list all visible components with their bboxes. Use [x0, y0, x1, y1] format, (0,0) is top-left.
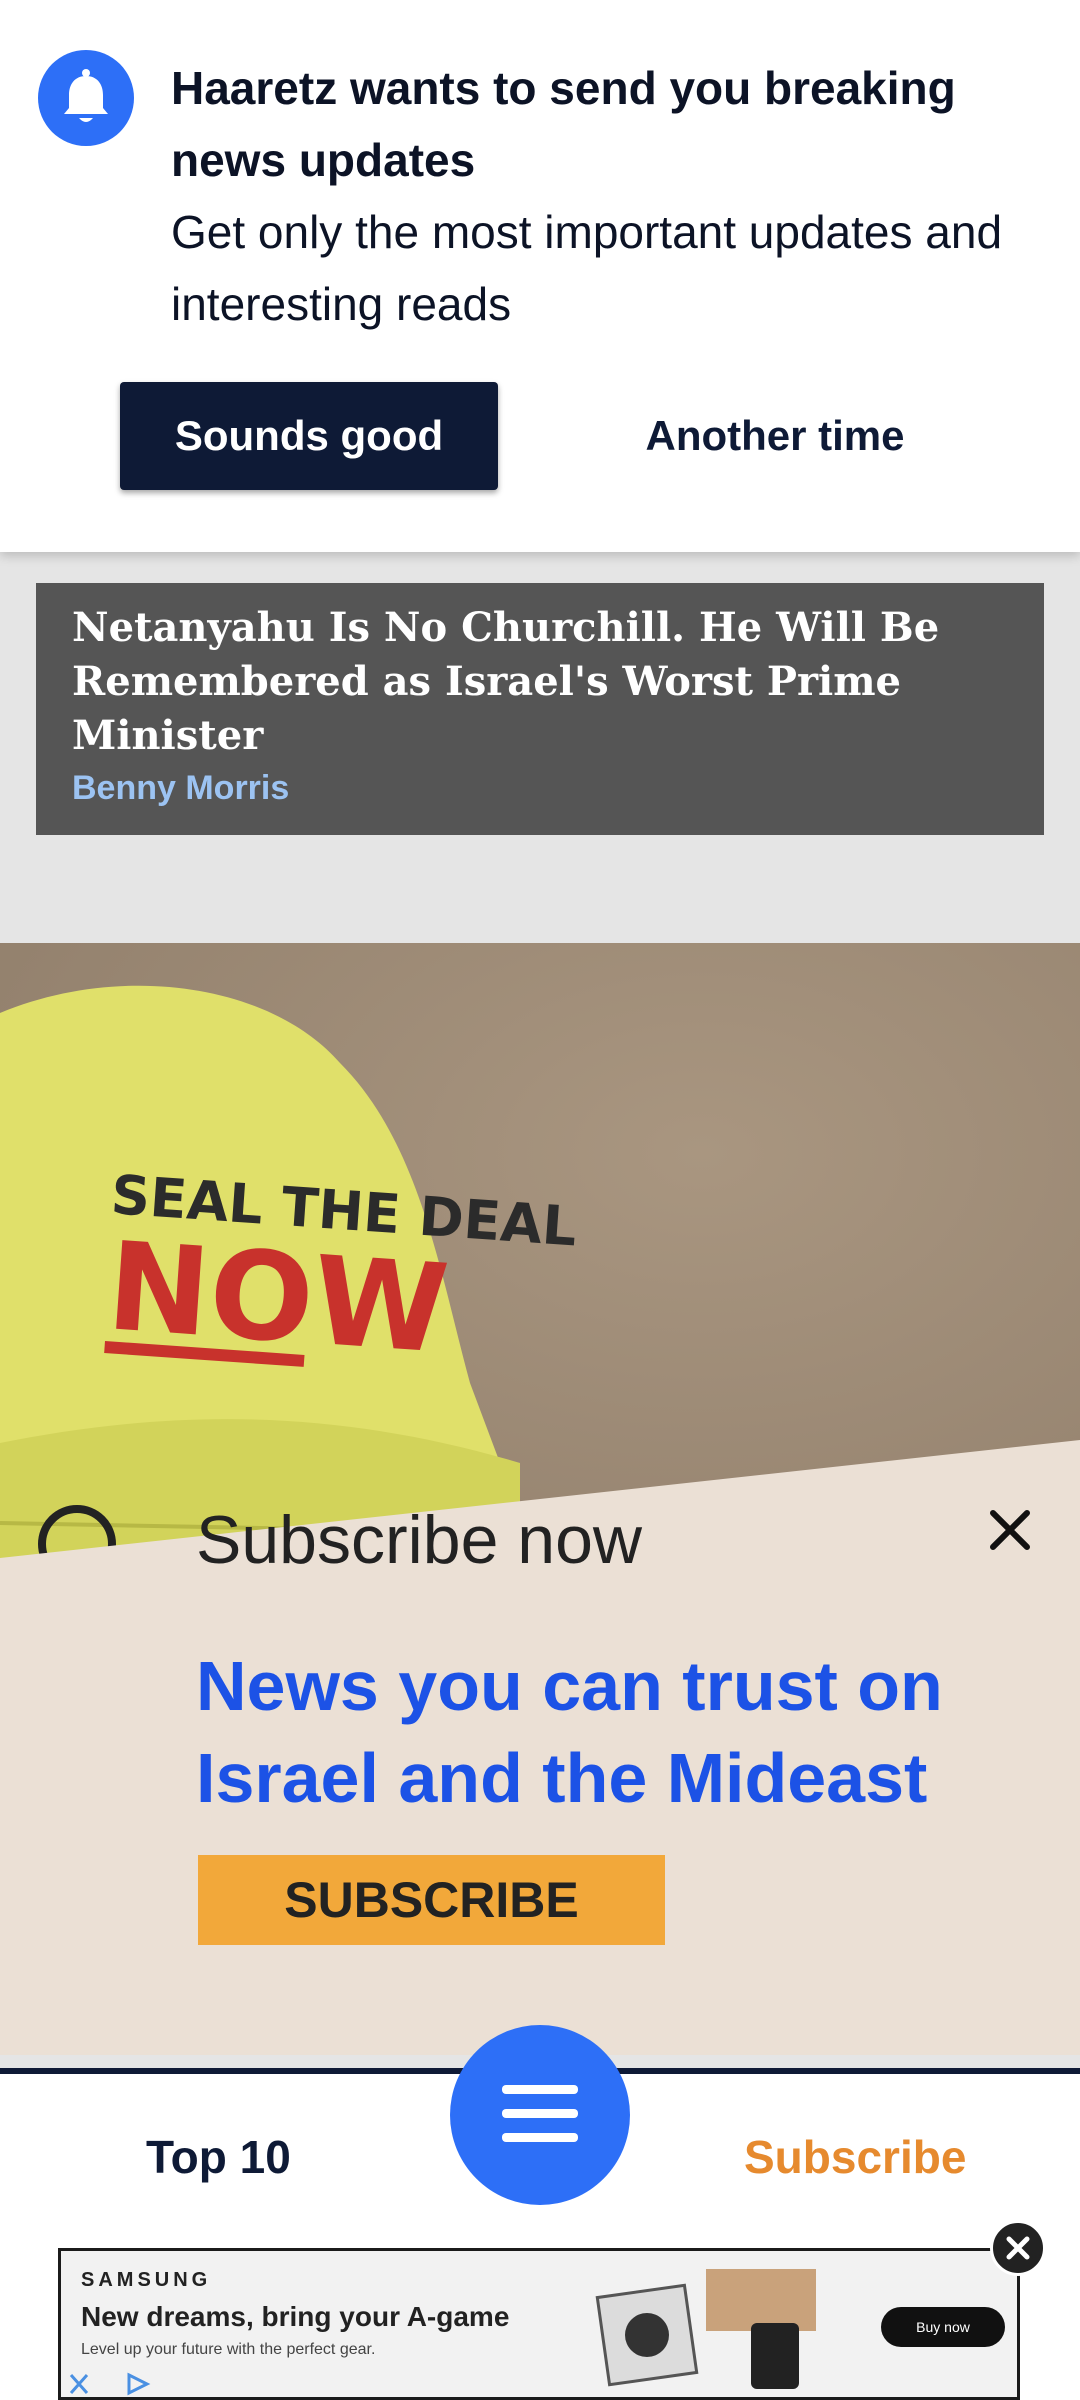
another-time-button[interactable]: Another time: [600, 382, 950, 490]
ad-choices-icon[interactable]: [67, 2369, 177, 2399]
promo-tagline: News you can trust on Israel and the Mid…: [196, 1647, 943, 1817]
promo-heading: Subscribe now: [196, 1502, 643, 1578]
sounds-good-button[interactable]: Sounds good: [120, 382, 498, 490]
bell-icon: [38, 50, 134, 146]
notification-prompt: Haaretz wants to send you breaking news …: [0, 0, 1080, 552]
hamburger-menu-icon: [502, 2084, 578, 2142]
ad-banner[interactable]: SAMSUNG New dreams, bring your A-game Le…: [58, 2248, 1020, 2400]
article-author[interactable]: Benny Morris: [72, 769, 289, 808]
subscribe-link[interactable]: Subscribe: [744, 2130, 966, 2184]
notification-body: Get only the most important updates and …: [171, 206, 1003, 330]
top-10-link[interactable]: Top 10: [146, 2130, 291, 2184]
close-icon[interactable]: [975, 1495, 1045, 1565]
menu-button[interactable]: [450, 2025, 630, 2205]
ad-subline: Level up your future with the perfect ge…: [81, 2341, 376, 2358]
article-card[interactable]: Netanyahu Is No Churchill. He Will Be Re…: [36, 583, 1044, 835]
subscribe-cta-button[interactable]: SUBSCRIBE: [198, 1855, 665, 1945]
ad-brand: SAMSUNG: [81, 2269, 212, 2291]
ad-close-icon[interactable]: [990, 2220, 1046, 2276]
ad-buy-now-button[interactable]: Buy now: [881, 2307, 1005, 2347]
notification-title: Haaretz wants to send you breaking news …: [171, 62, 956, 186]
ad-product-image: [595, 2269, 816, 2389]
ad-headline: New dreams, bring your A-game: [81, 2301, 510, 2332]
article-title[interactable]: Netanyahu Is No Churchill. He Will Be Re…: [72, 601, 1012, 763]
